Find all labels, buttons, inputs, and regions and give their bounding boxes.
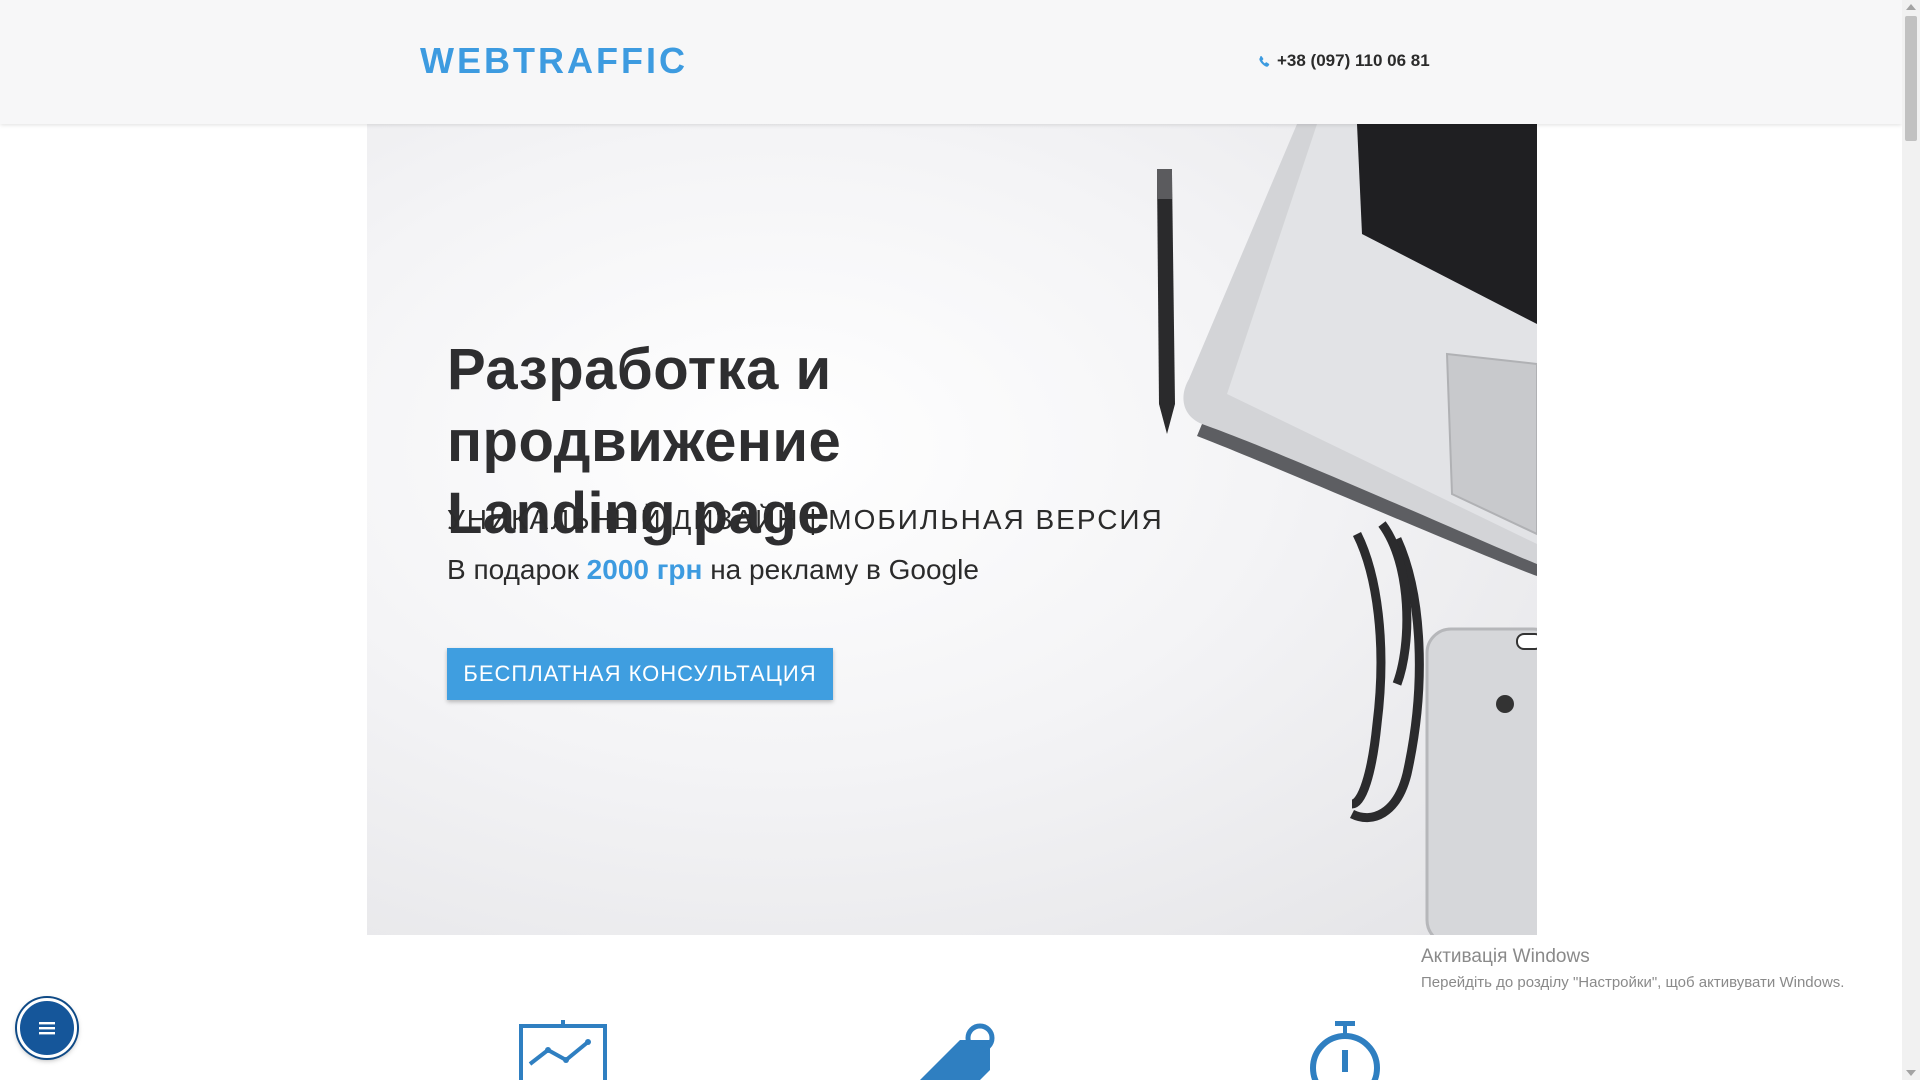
- stopwatch-icon: [1310, 1021, 1380, 1080]
- menu-icon: [39, 1022, 55, 1035]
- activation-text: Перейдіть до розділу "Настройки", щоб ак…: [1421, 974, 1845, 991]
- hero-gift-text: В подарок 2000 грн на рекламу в Google: [447, 554, 979, 586]
- gift-suffix: на рекламу в Google: [702, 554, 979, 585]
- phone-number: +38 (097) 110 06 81: [1277, 51, 1430, 70]
- growth-chart-icon: [519, 1020, 607, 1080]
- laptop-image: [1183, 124, 1537, 576]
- scroll-up-arrow[interactable]: [1906, 4, 1916, 10]
- scroll-thumb[interactable]: [1905, 16, 1917, 141]
- windows-activation-watermark: Активація Windows Перейдіть до розділу "…: [1421, 946, 1844, 991]
- price-tag-icon: [920, 1023, 995, 1080]
- smartphone-image: [1425, 627, 1537, 935]
- phone-contact[interactable]: +38 (097) 110 06 81: [1258, 51, 1430, 71]
- glasses-image: [1349, 521, 1424, 823]
- floating-menu-button[interactable]: [17, 998, 77, 1058]
- site-header: WEBTRAFFIC +38 (097) 110 06 81: [0, 0, 1902, 124]
- page-scrollbar[interactable]: [1902, 0, 1920, 1080]
- hero-section: Разработка и продвижение Landing page УН…: [367, 124, 1537, 935]
- activation-title: Активація Windows: [1421, 946, 1590, 967]
- free-consultation-button[interactable]: БЕСПЛАТНАЯ КОНСУЛЬТАЦИЯ: [447, 648, 833, 700]
- gift-amount: 2000 грн: [586, 554, 703, 585]
- hero-subtitle: УНИКАЛЬНЫЙ ДИЗАЙН | МОБИЛЬНАЯ ВЕРСИЯ: [447, 504, 1164, 535]
- phone-icon: [1259, 55, 1270, 67]
- site-logo[interactable]: WEBTRAFFIC: [420, 40, 688, 82]
- hero-title-line1: Разработка и продвижение: [447, 337, 842, 474]
- gift-prefix: В подарок: [447, 554, 587, 585]
- scroll-down-arrow[interactable]: [1906, 1070, 1916, 1076]
